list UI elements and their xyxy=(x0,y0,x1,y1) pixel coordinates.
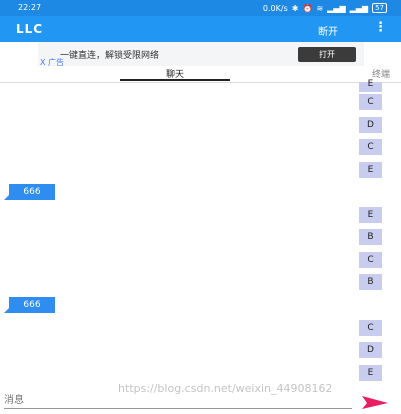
tab-terminal[interactable]: 终端 xyxy=(372,67,390,80)
app-title: LLC xyxy=(16,22,44,36)
message-incoming: C xyxy=(359,139,382,155)
tab-bar: 聊天 终端 xyxy=(0,66,401,83)
network-speed: 0.0K/s xyxy=(262,3,288,13)
status-icons: 0.0K/s ✱ ⏰ ≋ ▂▄▆ ▂▄▆ 57 xyxy=(263,3,387,13)
message-incoming: E xyxy=(359,365,382,381)
message-incoming: C xyxy=(359,94,382,110)
message-incoming: E xyxy=(359,162,382,178)
message-incoming: E xyxy=(359,207,382,223)
message-input[interactable] xyxy=(4,392,352,409)
app-bar: LLC 断开 ⋮ xyxy=(0,16,401,42)
message-incoming: C xyxy=(359,252,382,268)
ad-text: 一键直连，解锁受限网络 xyxy=(60,51,160,61)
message-incoming: E xyxy=(359,80,382,92)
signal-icon-2: ▂▄▆ xyxy=(349,3,369,13)
alarm-icon: ⏰ xyxy=(302,3,313,13)
message-incoming: D xyxy=(359,117,382,133)
more-menu-icon[interactable]: ⋮ xyxy=(374,20,387,35)
wifi-icon: ≋ xyxy=(316,3,324,13)
signal-icon: ▂▄▆ xyxy=(327,3,346,13)
message-incoming: B xyxy=(359,229,382,245)
battery-icon: 57 xyxy=(372,3,387,13)
bubble-tail xyxy=(4,307,10,313)
message-incoming: B xyxy=(359,274,382,290)
bluetooth-icon: ✱ xyxy=(291,3,299,13)
disconnect-button[interactable]: 断开 xyxy=(318,23,338,38)
bubble-tail xyxy=(4,194,10,200)
status-time: 22:27 xyxy=(18,3,42,12)
message-incoming: C xyxy=(359,320,382,336)
send-button[interactable] xyxy=(360,394,390,410)
ad-banner[interactable]: 一键直连，解锁受限网络 打开 X 广告 xyxy=(38,42,364,67)
ad-open-button[interactable]: 打开 xyxy=(298,47,356,62)
status-bar: 22:27 0.0K/s ✱ ⏰ ≋ ▂▄▆ ▂▄▆ 57 xyxy=(0,0,401,16)
send-icon xyxy=(362,396,388,409)
tab-indicator xyxy=(120,79,230,81)
message-outgoing: 666 xyxy=(9,297,55,313)
message-incoming: D xyxy=(359,342,382,358)
message-outgoing: 666 xyxy=(9,184,55,200)
input-bar xyxy=(0,392,401,412)
